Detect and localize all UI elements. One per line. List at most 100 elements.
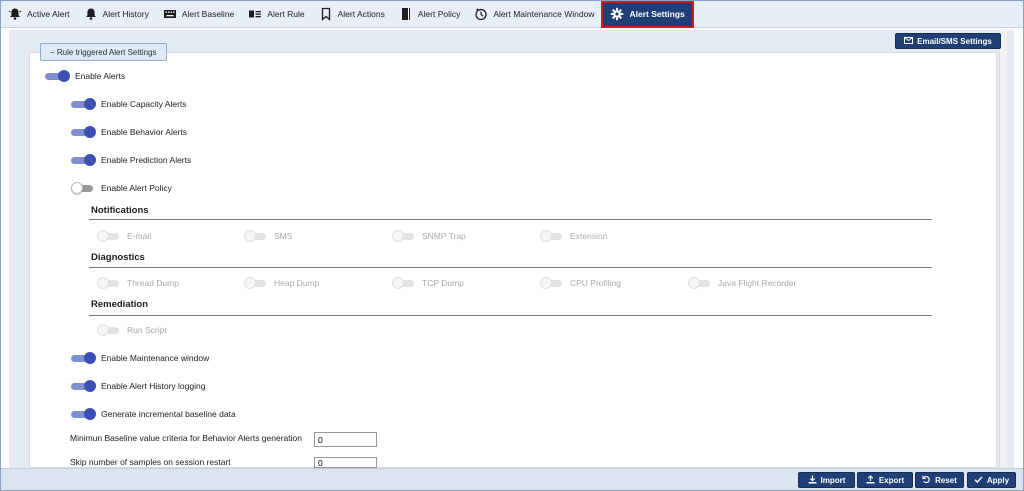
undo-icon	[922, 475, 931, 486]
incremental-baseline-label: Generate incremental baseline data	[101, 409, 236, 419]
behavior-alerts-row: Enable Behavior Alerts	[71, 125, 187, 139]
download-icon	[808, 475, 817, 486]
sms-label: SMS	[274, 231, 293, 241]
skip-samples-input[interactable]	[314, 457, 377, 468]
history-logging-row: Enable Alert History logging	[71, 379, 205, 393]
tab-label: Alert Baseline	[181, 9, 235, 19]
run-script-toggle[interactable]	[97, 324, 123, 336]
tab-alert-actions[interactable]: Alert Actions	[312, 1, 392, 28]
behavior-alerts-toggle[interactable]	[71, 126, 97, 138]
java-flight-recorder-toggle[interactable]	[688, 277, 714, 289]
settings-panel	[9, 30, 1014, 468]
tab-alert-baseline[interactable]: Alert Baseline	[156, 1, 241, 28]
java-flight-recorder-label: Java Flight Recorder	[718, 278, 797, 288]
tcp-dump-label: TCP Dump	[422, 278, 464, 288]
alert-policy-row: Enable Alert Policy	[71, 181, 172, 195]
prediction-alerts-row: Enable Prediction Alerts	[71, 153, 191, 167]
envelope-icon	[904, 36, 914, 46]
diagnostics-divider	[89, 267, 932, 268]
enable-alerts-label: Enable Alerts	[75, 71, 126, 81]
rule-list-icon	[248, 7, 262, 21]
incremental-baseline-row: Generate incremental baseline data	[71, 407, 236, 421]
prediction-alerts-toggle[interactable]	[71, 154, 97, 166]
thread-dump-label: Thread Dump	[127, 278, 179, 288]
notifications-divider	[89, 219, 932, 220]
reset-button[interactable]: Reset	[915, 472, 964, 488]
thread-dump-toggle[interactable]	[97, 277, 123, 289]
tab-label: Alert History	[102, 9, 149, 19]
capacity-alerts-toggle[interactable]	[71, 98, 97, 110]
tab-label: Alert Actions	[337, 9, 385, 19]
export-button[interactable]: Export	[857, 472, 913, 488]
tab-alert-history[interactable]: Alert History	[77, 1, 156, 28]
history-logging-toggle[interactable]	[71, 380, 97, 392]
heap-dump-toggle[interactable]	[244, 277, 270, 289]
run-script-row: Run Script	[97, 323, 167, 337]
tab-alert-maintenance-window[interactable]: Alert Maintenance Window	[467, 1, 601, 28]
apply-button[interactable]: Apply	[967, 472, 1016, 488]
snmp-trap-toggle[interactable]	[392, 230, 418, 242]
cpu-profiling-toggle[interactable]	[540, 277, 566, 289]
capacity-alerts-row: Enable Capacity Alerts	[71, 97, 187, 111]
gear-icon	[610, 7, 624, 21]
alert-policy-toggle[interactable]	[71, 182, 97, 194]
rule-alert-settings-collapse[interactable]: − Rule triggered Alert Settings	[40, 43, 167, 61]
email-sms-settings-button[interactable]: Email/SMS Settings	[895, 33, 1001, 49]
keyboard-icon	[163, 7, 177, 21]
snmp-trap-label: SNMP Trap	[422, 231, 466, 241]
apply-label: Apply	[986, 475, 1010, 485]
footer-bar: Import Export Reset Apply	[1, 468, 1023, 490]
remediation-heading: Remediation	[91, 299, 149, 310]
upload-icon	[866, 474, 875, 486]
email-label: E-mail	[127, 231, 152, 241]
enable-alerts-row: Enable Alerts	[45, 69, 125, 83]
maintenance-window-row: Enable Maintenance window	[71, 351, 209, 365]
alert-policy-label: Enable Alert Policy	[101, 183, 172, 193]
prediction-alerts-label: Enable Prediction Alerts	[101, 155, 192, 165]
reset-label: Reset	[935, 475, 957, 485]
import-button[interactable]: Import	[798, 472, 855, 488]
tab-label: Alert Rule	[267, 9, 305, 19]
enable-alerts-toggle[interactable]	[45, 70, 71, 82]
export-label: Export	[878, 475, 905, 485]
tab-label: Active Alert	[27, 9, 70, 19]
email-toggle[interactable]	[97, 230, 123, 242]
tab-label: Alert Settings	[629, 9, 685, 19]
heap-dump-row: Heap Dump	[244, 276, 319, 290]
min-baseline-input[interactable]	[314, 432, 377, 447]
email-sms-settings-label: Email/SMS Settings	[917, 36, 992, 46]
extension-toggle[interactable]	[540, 230, 566, 242]
tab-alert-rule[interactable]: Alert Rule	[241, 1, 311, 28]
incremental-baseline-toggle[interactable]	[71, 408, 97, 420]
cpu-profiling-label: CPU Profiling	[570, 278, 622, 288]
alert-bell-icon	[8, 7, 22, 21]
tcp-dump-toggle[interactable]	[392, 277, 418, 289]
cpu-profiling-row: CPU Profiling	[540, 276, 621, 290]
tab-alert-settings[interactable]: Alert Settings	[601, 0, 694, 28]
tab-bar: Active Alert Alert History Alert Baselin…	[1, 0, 1023, 28]
tab-active-alert[interactable]: Active Alert	[1, 1, 77, 28]
behavior-alerts-label: Enable Behavior Alerts	[101, 127, 187, 137]
sms-notification-row: SMS	[244, 229, 292, 243]
tab-alert-policy[interactable]: Alert Policy	[392, 1, 468, 28]
skip-samples-label: Skip number of samples on session restar…	[70, 457, 231, 467]
settings-group-box	[29, 52, 997, 468]
remediation-divider	[89, 315, 932, 316]
sms-toggle[interactable]	[244, 230, 270, 242]
history-logging-label: Enable Alert History logging	[101, 381, 206, 391]
capacity-alerts-label: Enable Capacity Alerts	[101, 99, 187, 109]
tab-label: Alert Policy	[417, 9, 461, 19]
bookmark-icon	[319, 7, 333, 21]
snmp-trap-row: SNMP Trap	[392, 229, 466, 243]
diagnostics-heading: Diagnostics	[91, 252, 145, 263]
notebook-icon	[399, 7, 413, 21]
email-notification-row: E-mail	[97, 229, 151, 243]
maintenance-window-toggle[interactable]	[71, 352, 97, 364]
checkmark-icon	[974, 475, 983, 486]
import-label: Import	[820, 475, 846, 485]
thread-dump-row: Thread Dump	[97, 276, 179, 290]
notifications-heading: Notifications	[91, 205, 149, 216]
tcp-dump-row: TCP Dump	[392, 276, 464, 290]
min-baseline-label: Minimun Baseline value criteria for Beha…	[70, 433, 302, 443]
vertical-scrollbar[interactable]	[999, 30, 1007, 468]
